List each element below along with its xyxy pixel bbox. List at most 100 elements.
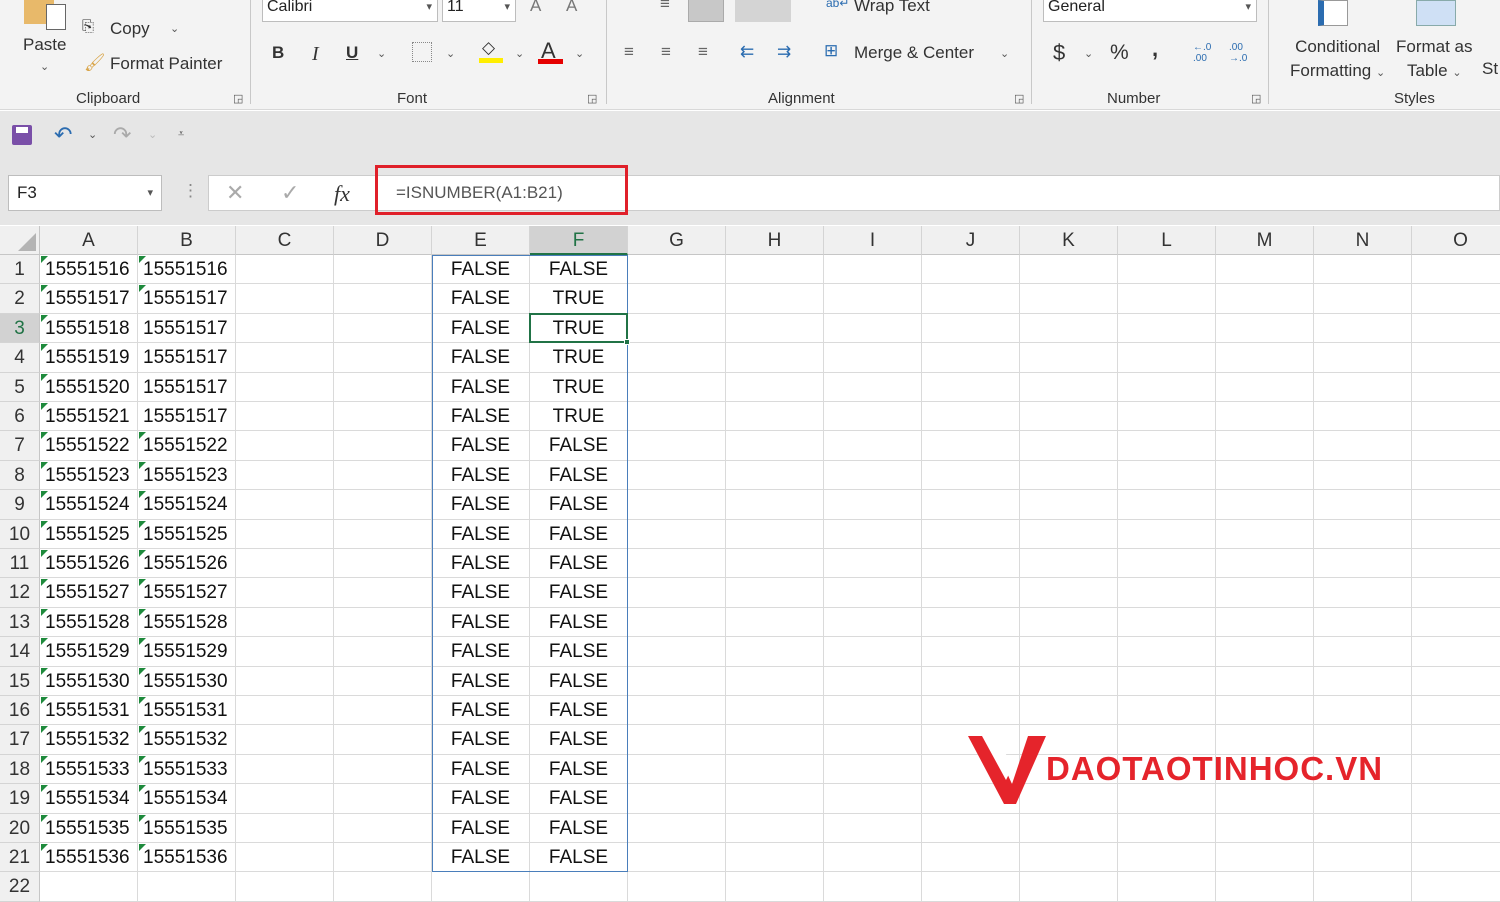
cell-k5[interactable]	[1020, 372, 1118, 402]
cell-m9[interactable]	[1216, 490, 1314, 520]
cell-g14[interactable]	[628, 637, 726, 667]
number-launcher-icon[interactable]: ◲	[1251, 92, 1261, 105]
column-header-e[interactable]: E	[432, 226, 530, 255]
cell-i15[interactable]	[824, 666, 922, 696]
align-right-icon[interactable]: ≡	[698, 42, 708, 62]
shrink-font-icon[interactable]: A	[566, 0, 577, 16]
cell-d16[interactable]	[334, 696, 432, 726]
cell-c1[interactable]	[236, 255, 334, 285]
cell-e4[interactable]: FALSE	[432, 343, 530, 373]
cell-f11[interactable]: FALSE	[530, 549, 628, 579]
cell-c20[interactable]	[236, 813, 334, 843]
cell-f1[interactable]: FALSE	[530, 255, 628, 285]
cell-f15[interactable]: FALSE	[530, 666, 628, 696]
cell-i13[interactable]	[824, 607, 922, 638]
cell-i17[interactable]	[824, 725, 922, 755]
cell-j3[interactable]	[922, 313, 1020, 344]
cell-m10[interactable]	[1216, 519, 1314, 549]
cell-m22[interactable]	[1216, 872, 1314, 902]
row-header[interactable]: 7	[0, 431, 40, 461]
row-header[interactable]: 4	[0, 343, 40, 373]
cell-j20[interactable]	[922, 813, 1020, 843]
cell-m4[interactable]	[1216, 343, 1314, 373]
cell-h15[interactable]	[726, 666, 824, 696]
cell-b16[interactable]: 15551531	[138, 696, 236, 726]
cell-d14[interactable]	[334, 637, 432, 667]
cell-j8[interactable]	[922, 460, 1020, 491]
cell-l1[interactable]	[1118, 255, 1216, 285]
cell-k8[interactable]	[1020, 460, 1118, 491]
cell-i21[interactable]	[824, 843, 922, 873]
cell-b20[interactable]: 15551535	[138, 813, 236, 843]
cell-h22[interactable]	[726, 872, 824, 902]
cell-d12[interactable]	[334, 578, 432, 608]
cell-h19[interactable]	[726, 784, 824, 814]
cell-g6[interactable]	[628, 402, 726, 432]
cell-g8[interactable]	[628, 460, 726, 491]
cell-a14[interactable]: 15551529	[40, 637, 138, 667]
cell-g12[interactable]	[628, 578, 726, 608]
row-header[interactable]: 11	[0, 549, 40, 579]
cell-e3[interactable]: FALSE	[432, 313, 530, 344]
cell-b1[interactable]: 15551516	[138, 255, 236, 285]
select-all-button[interactable]	[0, 226, 40, 255]
cell-o13[interactable]	[1412, 608, 1500, 638]
cell-n9[interactable]	[1314, 490, 1412, 520]
column-header-o[interactable]: O	[1412, 226, 1500, 255]
cell-l5[interactable]	[1118, 372, 1216, 402]
cell-o15[interactable]	[1412, 667, 1500, 696]
cell-g21[interactable]	[628, 843, 726, 873]
font-name-select[interactable]: Calibri ▾	[262, 0, 438, 22]
cell-n1[interactable]	[1314, 255, 1412, 285]
cell-c5[interactable]	[236, 372, 334, 402]
cell-a21[interactable]: 15551536	[40, 843, 138, 873]
cell-g2[interactable]	[628, 284, 726, 314]
cell-k11[interactable]	[1020, 549, 1118, 579]
cell-a11[interactable]: 15551526	[40, 549, 138, 579]
cell-g13[interactable]	[628, 607, 726, 638]
cell-f10[interactable]: FALSE	[530, 519, 628, 549]
cell-a2[interactable]: 15551517	[40, 284, 138, 314]
cell-f22[interactable]	[530, 872, 628, 902]
cell-e16[interactable]: FALSE	[432, 696, 530, 726]
cell-h9[interactable]	[726, 490, 824, 520]
cell-g18[interactable]	[628, 754, 726, 785]
cell-k2[interactable]	[1020, 284, 1118, 314]
borders-icon[interactable]	[412, 42, 432, 62]
cell-n7[interactable]	[1314, 431, 1412, 461]
undo-dropdown-icon[interactable]: ⌄	[88, 128, 97, 141]
cell-g9[interactable]	[628, 490, 726, 520]
cell-j2[interactable]	[922, 284, 1020, 314]
cell-g1[interactable]	[628, 255, 726, 285]
cell-c21[interactable]	[236, 843, 334, 873]
cell-l20[interactable]	[1118, 813, 1216, 843]
cell-f20[interactable]: FALSE	[530, 813, 628, 843]
cell-n22[interactable]	[1314, 872, 1412, 902]
decrease-indent-icon[interactable]: ⇇	[740, 42, 754, 62]
cell-o2[interactable]	[1412, 284, 1500, 314]
cell-d21[interactable]	[334, 843, 432, 873]
cell-c2[interactable]	[236, 284, 334, 314]
cell-f12[interactable]: FALSE	[530, 578, 628, 608]
cell-e20[interactable]: FALSE	[432, 813, 530, 843]
bold-button[interactable]: B	[272, 43, 284, 63]
column-header-b[interactable]: B	[138, 226, 236, 255]
cell-i19[interactable]	[824, 784, 922, 814]
cell-h16[interactable]	[726, 696, 824, 726]
cell-d18[interactable]	[334, 754, 432, 785]
cell-k12[interactable]	[1020, 578, 1118, 608]
cell-i1[interactable]	[824, 255, 922, 285]
cell-j10[interactable]	[922, 519, 1020, 549]
cell-d1[interactable]	[334, 255, 432, 285]
cell-d5[interactable]	[334, 372, 432, 402]
cell-i16[interactable]	[824, 696, 922, 726]
cell-j7[interactable]	[922, 431, 1020, 461]
cell-styles-button[interactable]: St	[1482, 59, 1498, 79]
align-center-icon[interactable]: ≡	[661, 42, 671, 62]
currency-dropdown-icon[interactable]: ⌄	[1084, 47, 1093, 60]
cell-i3[interactable]	[824, 313, 922, 344]
cell-d4[interactable]	[334, 343, 432, 373]
cell-f4[interactable]: TRUE	[530, 343, 628, 373]
cell-j9[interactable]	[922, 490, 1020, 520]
cell-b11[interactable]: 15551526	[138, 549, 236, 579]
